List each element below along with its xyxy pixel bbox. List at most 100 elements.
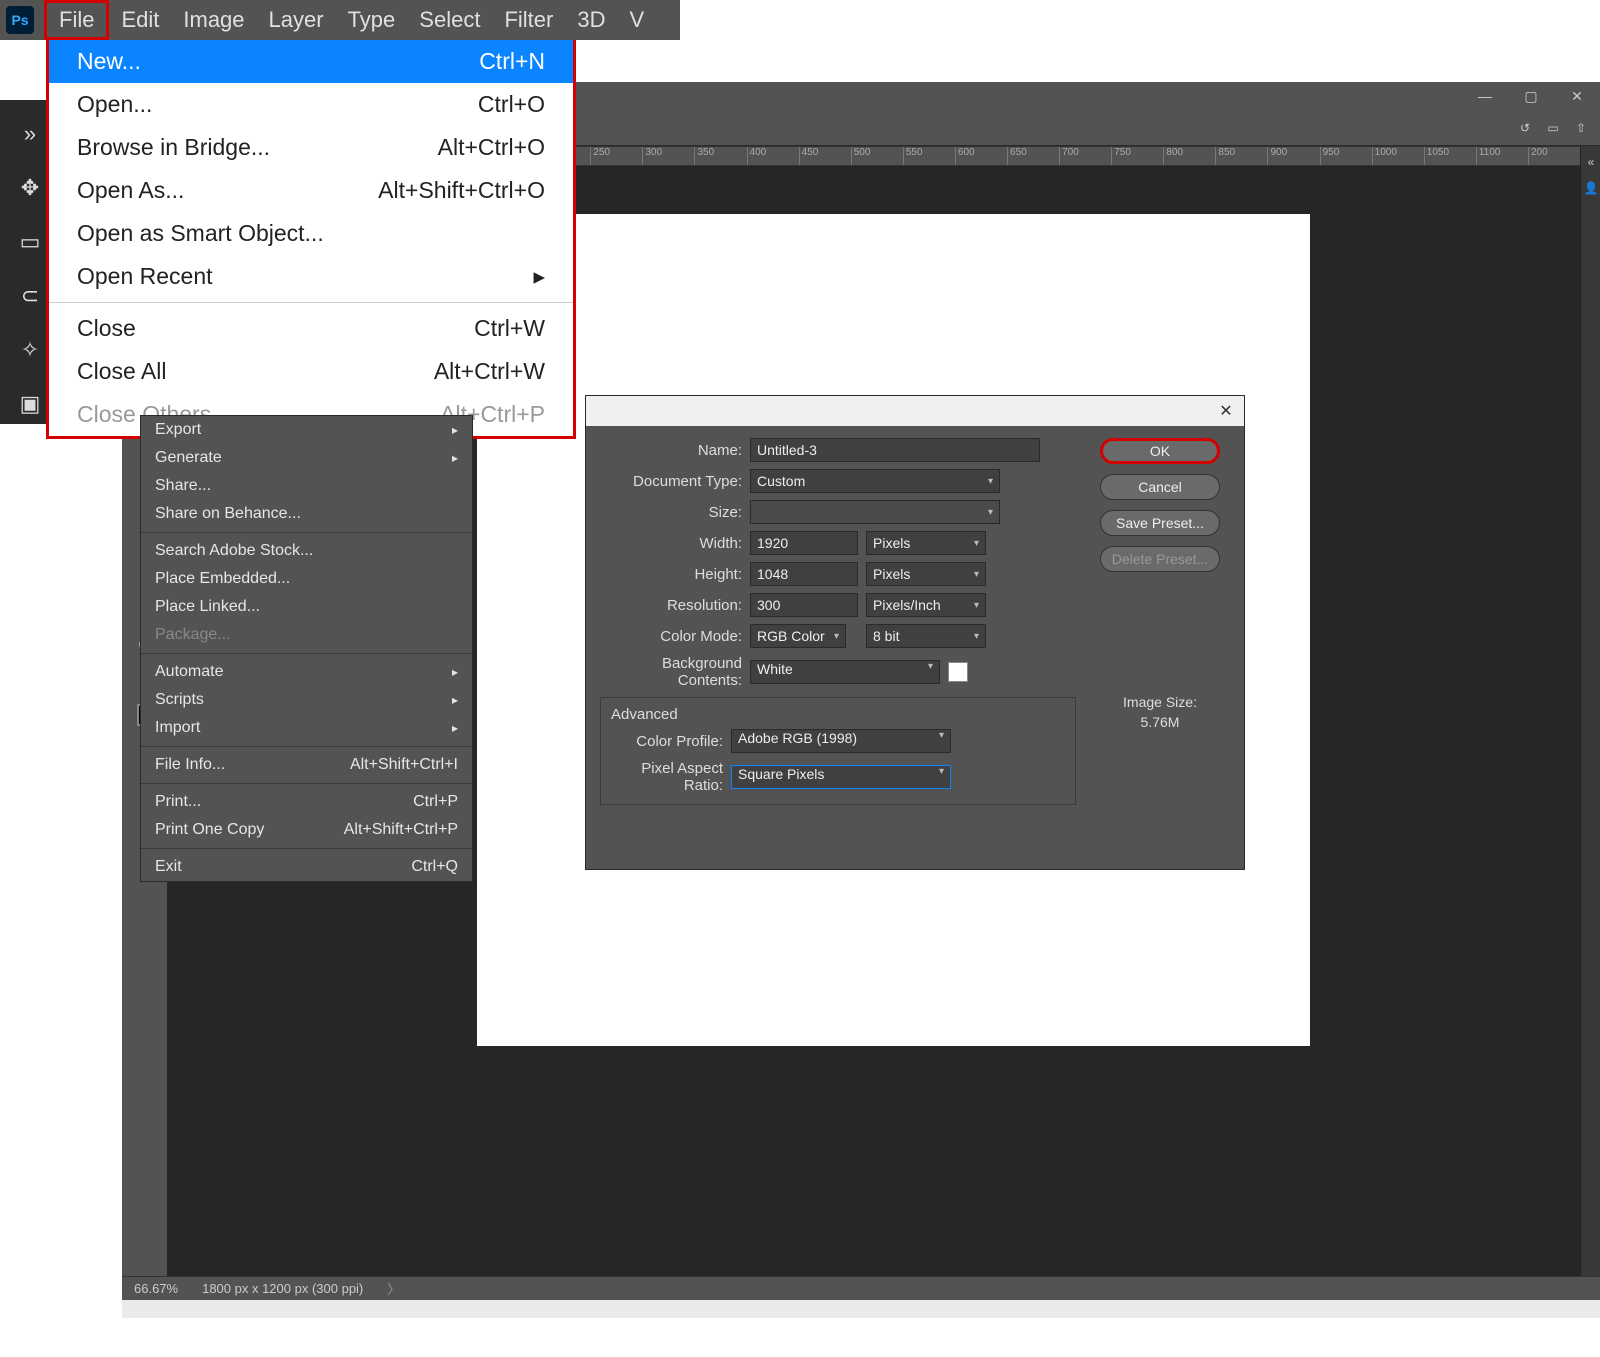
menubar: Ps File Edit Image Layer Type Select Fil… <box>0 0 680 40</box>
close-icon[interactable]: ✕ <box>1216 401 1236 421</box>
save-preset-button[interactable]: Save Preset... <box>1100 510 1220 536</box>
label-doctype: Document Type: <box>600 473 750 490</box>
menu-item-open-recent[interactable]: Open Recent ▸ <box>49 255 573 298</box>
menu-item-shortcut: Ctrl+P <box>413 791 458 813</box>
menu-item-export[interactable]: Export▸ <box>141 416 472 444</box>
right-panel-collapsed[interactable]: « 👤 <box>1580 146 1600 1318</box>
advanced-title: Advanced <box>611 706 1065 723</box>
select-value: Custom <box>757 473 805 489</box>
window-close-button[interactable]: ✕ <box>1554 82 1600 110</box>
ruler-tick: 400 <box>747 147 799 165</box>
menubar-item-select[interactable]: Select <box>407 0 492 40</box>
screen-mode-icon[interactable]: ▭ <box>1544 119 1562 137</box>
label-size: Size: <box>600 504 750 521</box>
photoshop-logo-icon: Ps <box>6 6 34 34</box>
menu-item-close-all[interactable]: Close All Alt+Ctrl+W <box>49 350 573 393</box>
ruler-tick: 300 <box>642 147 694 165</box>
menu-item-share-behance[interactable]: Share on Behance... <box>141 500 472 528</box>
select-value: RGB Color <box>757 628 825 644</box>
bgcolor-swatch[interactable] <box>948 662 968 682</box>
dialog-form: Name: Document Type: Custom▾ Size: ▾ Wid… <box>600 438 1076 805</box>
share-icon[interactable]: ⇧ <box>1572 119 1590 137</box>
label-name: Name: <box>600 442 750 459</box>
menubar-item-file[interactable]: File <box>44 0 109 40</box>
name-field[interactable] <box>750 438 1040 462</box>
menu-item-generate[interactable]: Generate ▸ <box>141 444 472 472</box>
chevron-down-icon: ▾ <box>974 600 979 611</box>
menu-item-label: Generate <box>155 447 222 469</box>
menubar-item-layer[interactable]: Layer <box>257 0 336 40</box>
file-menu: New... Ctrl+N Open... Ctrl+O Browse in B… <box>46 40 576 439</box>
menubar-item-image[interactable]: Image <box>171 0 256 40</box>
colorprofile-select[interactable]: Adobe RGB (1998)▾ <box>731 729 951 753</box>
menu-item-print-one[interactable]: Print One CopyAlt+Shift+Ctrl+P <box>141 816 472 844</box>
menu-item-label: Share on Behance... <box>155 503 301 525</box>
menubar-item-type[interactable]: Type <box>336 0 408 40</box>
dialog-titlebar[interactable]: ✕ <box>586 396 1244 426</box>
doctype-select[interactable]: Custom▾ <box>750 469 1000 493</box>
chevron-down-icon: ▾ <box>939 766 944 788</box>
menubar-item-edit[interactable]: Edit <box>109 0 171 40</box>
zoom-level[interactable]: 66.67% <box>134 1281 178 1296</box>
ok-button[interactable]: OK <box>1100 438 1220 464</box>
menu-item-import[interactable]: Import▸ <box>141 714 472 742</box>
menu-item-label: Print One Copy <box>155 819 264 841</box>
resolution-unit-select[interactable]: Pixels/Inch▾ <box>866 593 986 617</box>
pixelaspect-select[interactable]: Square Pixels▾ <box>731 765 951 789</box>
bitdepth-select[interactable]: 8 bit▾ <box>866 624 986 648</box>
chevron-left-icon[interactable]: « <box>1581 152 1600 172</box>
chevron-right-icon: ▸ <box>452 447 458 469</box>
menu-item-share[interactable]: Share... <box>141 472 472 500</box>
menu-item-place-linked[interactable]: Place Linked... <box>141 593 472 621</box>
width-unit-select[interactable]: Pixels▾ <box>866 531 986 555</box>
chevron-right-icon[interactable]: » <box>10 114 50 154</box>
window-maximize-button[interactable]: ▢ <box>1508 82 1554 110</box>
menu-item-file-info[interactable]: File Info...Alt+Shift+Ctrl+I <box>141 751 472 779</box>
ruler-tick: 900 <box>1267 147 1319 165</box>
crop-tool-icon[interactable]: ▣ <box>10 384 50 424</box>
resolution-field[interactable] <box>750 593 858 617</box>
menu-item-label: Close <box>77 312 136 345</box>
height-unit-select[interactable]: Pixels▾ <box>866 562 986 586</box>
menu-item-close[interactable]: Close Ctrl+W <box>49 307 573 350</box>
select-value: Adobe RGB (1998) <box>738 730 857 752</box>
menu-item-label: Exit <box>155 856 182 878</box>
menu-item-automate[interactable]: Automate▸ <box>141 658 472 686</box>
ruler-tick: 450 <box>799 147 851 165</box>
menubar-item-3d[interactable]: 3D <box>565 0 617 40</box>
menu-item-label: Open Recent <box>77 260 213 293</box>
ruler-tick: 200 <box>1528 147 1580 165</box>
menu-item-label: Share... <box>155 475 211 497</box>
menu-item-print[interactable]: Print...Ctrl+P <box>141 788 472 816</box>
menu-item-open[interactable]: Open... Ctrl+O <box>49 83 573 126</box>
menu-item-open-as[interactable]: Open As... Alt+Shift+Ctrl+O <box>49 169 573 212</box>
ruler-tick: 1050 <box>1424 147 1476 165</box>
menu-item-exit[interactable]: ExitCtrl+Q <box>141 853 472 881</box>
menu-item-place-embedded[interactable]: Place Embedded... <box>141 565 472 593</box>
chevron-right-icon: ▸ <box>452 419 458 441</box>
menu-item-search-stock[interactable]: Search Adobe Stock... <box>141 537 472 565</box>
menu-item-scripts[interactable]: Scripts▸ <box>141 686 472 714</box>
menu-overlay: Ps File Edit Image Layer Type Select Fil… <box>0 0 680 40</box>
lasso-tool-icon[interactable]: ⊂ <box>10 276 50 316</box>
menubar-item-filter[interactable]: Filter <box>492 0 565 40</box>
menu-item-shortcut: Ctrl+W <box>474 312 545 345</box>
bgcontents-select[interactable]: White▾ <box>750 660 940 684</box>
width-field[interactable] <box>750 531 858 555</box>
label-resolution: Resolution: <box>600 597 750 614</box>
label-width: Width: <box>600 535 750 552</box>
menu-item-new[interactable]: New... Ctrl+N <box>49 40 573 83</box>
chevron-right-icon: ▸ <box>452 661 458 683</box>
menubar-item-view[interactable]: V <box>617 0 656 40</box>
colormode-select[interactable]: RGB Color▾ <box>750 624 846 648</box>
cancel-button[interactable]: Cancel <box>1100 474 1220 500</box>
window-minimize-button[interactable]: — <box>1462 82 1508 110</box>
height-field[interactable] <box>750 562 858 586</box>
menu-item-open-smart[interactable]: Open as Smart Object... <box>49 212 573 255</box>
menu-item-browse-bridge[interactable]: Browse in Bridge... Alt+Ctrl+O <box>49 126 573 169</box>
quick-select-tool-icon[interactable]: ✧ <box>10 330 50 370</box>
user-icon[interactable]: 👤 <box>1581 178 1600 198</box>
history-icon[interactable]: ↺ <box>1516 119 1534 137</box>
move-tool-icon[interactable]: ✥ <box>10 168 50 208</box>
marquee-tool-icon[interactable]: ▭ <box>10 222 50 262</box>
